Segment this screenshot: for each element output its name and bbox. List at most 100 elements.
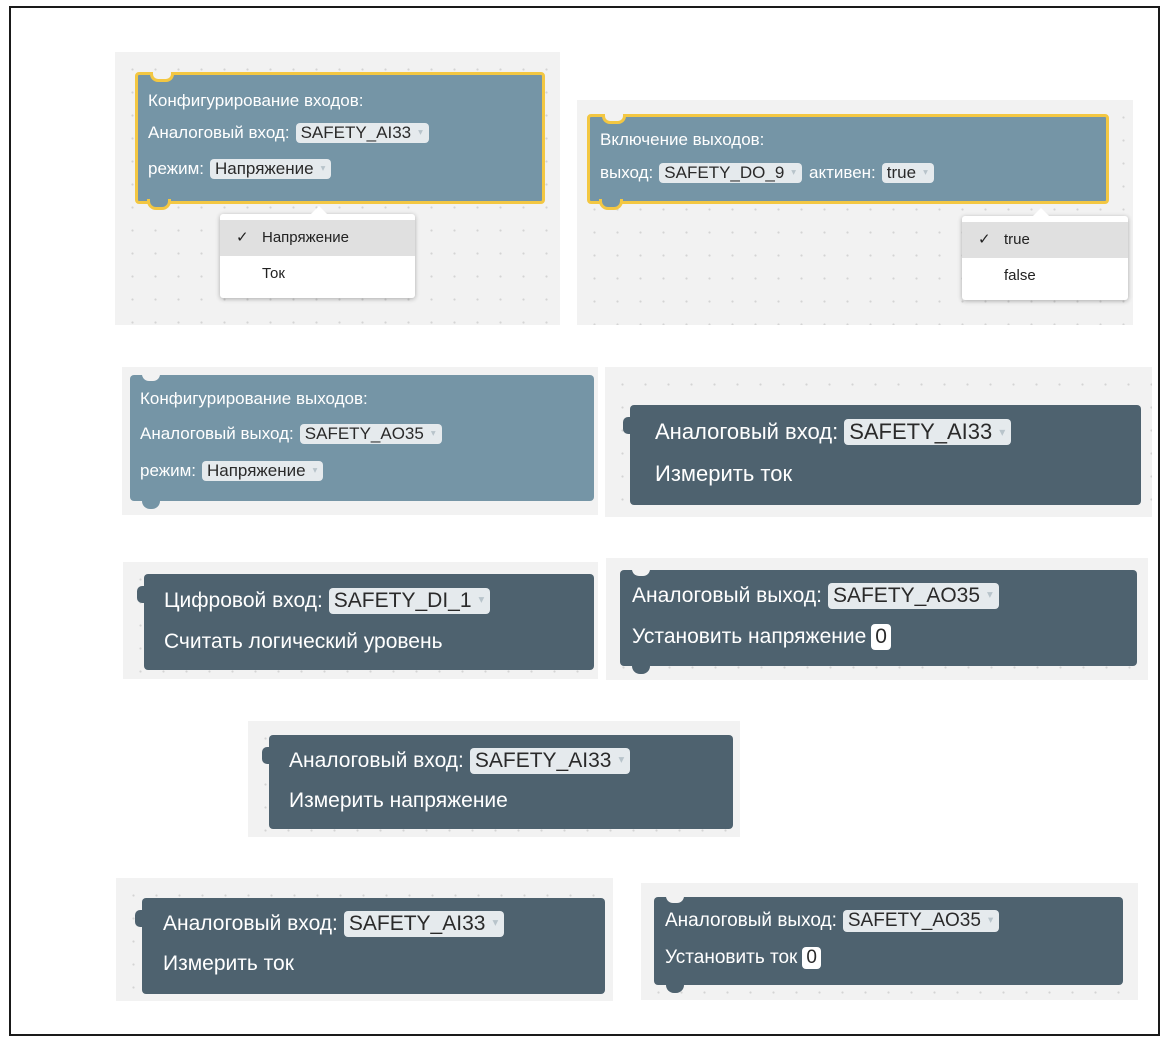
- check-icon: ✓: [236, 229, 249, 246]
- voltage-number-input[interactable]: 0: [871, 624, 891, 650]
- input-label: Цифровой вход:: [164, 589, 323, 612]
- workspace-config-outputs: Конфигурирование выходов: Аналоговый вых…: [122, 367, 598, 515]
- block-notch: [142, 374, 160, 381]
- output-dropdown[interactable]: SAFETY_DO_9 ▾: [659, 162, 802, 184]
- input-row: Цифровой вход: SAFETY_DI_1 ▾: [164, 580, 594, 622]
- input-dropdown-value: SAFETY_AI33: [348, 912, 486, 936]
- menu-item-current[interactable]: Ток: [220, 256, 415, 292]
- menu-item-label: true: [1004, 231, 1030, 248]
- mode-dropdown[interactable]: Напряжение ▾: [210, 158, 332, 180]
- block-action-text: Установить ток: [665, 947, 798, 968]
- dropdown-arrow-icon: ▾: [999, 424, 1006, 439]
- block-config-outputs[interactable]: Конфигурирование выходов: Аналоговый вых…: [130, 374, 594, 509]
- input-dropdown[interactable]: SAFETY_AI33 ▾: [844, 418, 1012, 446]
- output-label: Аналоговый выход:: [140, 424, 294, 443]
- output-row: Аналоговый выход: SAFETY_AO35 ▾: [665, 903, 1123, 939]
- workspace-ao-voltage: Аналоговый выход: SAFETY_AO35 ▾ Установит…: [606, 558, 1148, 680]
- mode-dropdown-menu: ✓ Напряжение Ток: [220, 206, 415, 298]
- input-dropdown-value: SAFETY_AI33: [474, 749, 612, 773]
- block-output-tab: [135, 910, 143, 927]
- workspace-enable-outputs: Включение выходов: выход: SAFETY_DO_9 ▾ а…: [577, 100, 1133, 325]
- block-bottom-connector: [142, 501, 160, 509]
- block-action-text: Установить напряжение: [632, 625, 867, 648]
- block-action-text: Измерить ток: [163, 952, 294, 975]
- workspace-di-read: Цифровой вход: SAFETY_DI_1 ▾ Считать логи…: [123, 562, 598, 679]
- block-notch: [666, 896, 684, 903]
- mode-dropdown[interactable]: Напряжение ▾: [202, 460, 324, 482]
- current-number-input[interactable]: 0: [802, 946, 821, 970]
- action-row: Считать логический уровень: [164, 622, 594, 662]
- dropdown-arrow-icon: ▾: [478, 594, 485, 607]
- input-dropdown[interactable]: SAFETY_AI33 ▾: [295, 122, 429, 144]
- menu-item-label: Ток: [262, 265, 285, 282]
- block-bottom-connector: [599, 199, 623, 210]
- dropdown-arrow-icon: ▾: [987, 914, 994, 926]
- dropdown-arrow-icon: ▾: [791, 167, 796, 178]
- block-action-text: Измерить напряжение: [289, 789, 508, 812]
- block-action-text: Измерить ток: [655, 461, 793, 486]
- input-dropdown-value: SAFETY_AI33: [849, 418, 993, 444]
- block-ai-measure-voltage[interactable]: Аналоговый вход: SAFETY_AI33 ▾ Измерить н…: [262, 735, 733, 829]
- block-ao-set-current[interactable]: Аналоговый выход: SAFETY_AO35 ▾ Установит…: [654, 896, 1123, 993]
- input-label: Аналоговый вход:: [655, 419, 839, 444]
- menu-item-true[interactable]: ✓ true: [962, 222, 1128, 258]
- output-label: Аналоговый выход:: [632, 584, 822, 607]
- dropdown-arrow-icon: ▾: [618, 754, 625, 767]
- block-output-tab: [262, 747, 270, 764]
- block-output-tab: [137, 586, 145, 603]
- action-row: Установить ток 0: [665, 939, 1123, 977]
- block-enable-outputs[interactable]: Включение выходов: выход: SAFETY_DO_9 ▾ а…: [587, 114, 1109, 210]
- active-dropdown[interactable]: true ▾: [881, 162, 934, 184]
- block-notch: [632, 569, 650, 576]
- mode-label: режим:: [140, 461, 196, 480]
- output-row: Аналоговый выход: SAFETY_AO35 ▾: [140, 415, 584, 453]
- output-row: выход: SAFETY_DO_9 ▾ активен: true ▾: [600, 155, 1096, 191]
- block-title-row: Включение выходов:: [600, 125, 1096, 155]
- block-ai-measure-current-2[interactable]: Аналоговый вход: SAFETY_AI33 ▾ Измерить т…: [135, 898, 605, 994]
- block-title: Конфигурирование входов:: [148, 91, 364, 110]
- block-ai-measure-current[interactable]: Аналоговый вход: SAFETY_AI33 ▾ Измерить т…: [623, 405, 1141, 505]
- input-dropdown[interactable]: SAFETY_AI33 ▾: [343, 911, 505, 937]
- block-bottom-connector: [632, 666, 650, 674]
- action-row: Измерить напряжение: [289, 781, 733, 821]
- workspace-ao-current: Аналоговый выход: SAFETY_AO35 ▾ Установит…: [641, 883, 1138, 1000]
- block-title-row: Конфигурирование входов:: [148, 87, 532, 115]
- menu-item-voltage[interactable]: ✓ Напряжение: [220, 220, 415, 256]
- output-dropdown-value: SAFETY_AO35: [832, 584, 981, 608]
- check-icon: ✓: [978, 231, 991, 248]
- mode-label: режим:: [148, 159, 204, 178]
- input-row: Аналоговый вход: SAFETY_AI33 ▾: [148, 115, 532, 151]
- input-dropdown[interactable]: SAFETY_AI33 ▾: [469, 748, 631, 774]
- block-ao-set-voltage[interactable]: Аналоговый выход: SAFETY_AO35 ▾ Установит…: [620, 569, 1137, 674]
- input-label: Аналоговый вход:: [289, 749, 464, 772]
- input-row: Аналоговый вход: SAFETY_AI33 ▾: [655, 411, 1141, 453]
- menu-item-label: false: [1004, 267, 1036, 284]
- dropdown-arrow-icon: ▾: [492, 917, 499, 930]
- menu-item-false[interactable]: false: [962, 258, 1128, 294]
- input-label: Аналоговый вход:: [163, 912, 338, 935]
- output-dropdown[interactable]: SAFETY_AO35 ▾: [827, 583, 999, 609]
- input-dropdown-value: SAFETY_AI33: [300, 122, 412, 142]
- block-output-tab: [623, 417, 631, 434]
- output-dropdown[interactable]: SAFETY_AO35 ▾: [842, 909, 1000, 933]
- mode-row: режим: Напряжение ▾: [148, 151, 532, 187]
- block-config-inputs[interactable]: Конфигурирование входов: Аналоговый вход…: [135, 72, 545, 210]
- dropdown-arrow-icon: ▾: [418, 127, 423, 138]
- action-row: Измерить ток: [163, 944, 605, 984]
- mode-dropdown-value: Напряжение: [207, 460, 306, 480]
- input-row: Аналоговый вход: SAFETY_AI33 ▾: [289, 741, 733, 781]
- workspace-config-inputs: Конфигурирование входов: Аналоговый вход…: [115, 52, 560, 325]
- menu-item-label: Напряжение: [262, 229, 349, 246]
- output-label: выход:: [600, 163, 654, 182]
- output-dropdown[interactable]: SAFETY_AO35 ▾: [299, 423, 442, 445]
- workspace-ai-current-1: Аналоговый вход: SAFETY_AI33 ▾ Измерить т…: [605, 367, 1152, 517]
- block-title: Конфигурирование выходов:: [140, 389, 368, 408]
- mode-dropdown-value: Напряжение: [215, 158, 314, 178]
- block-bottom-connector: [666, 985, 684, 993]
- workspace-ai-current-2: Аналоговый вход: SAFETY_AI33 ▾ Измерить т…: [116, 878, 613, 1001]
- dropdown-arrow-icon: ▾: [312, 465, 318, 476]
- output-label: Аналоговый выход:: [665, 910, 837, 931]
- block-di-read-level[interactable]: Цифровой вход: SAFETY_DI_1 ▾ Считать логи…: [137, 574, 594, 670]
- input-dropdown[interactable]: SAFETY_DI_1 ▾: [328, 588, 491, 614]
- input-label: Аналоговый вход:: [148, 123, 290, 142]
